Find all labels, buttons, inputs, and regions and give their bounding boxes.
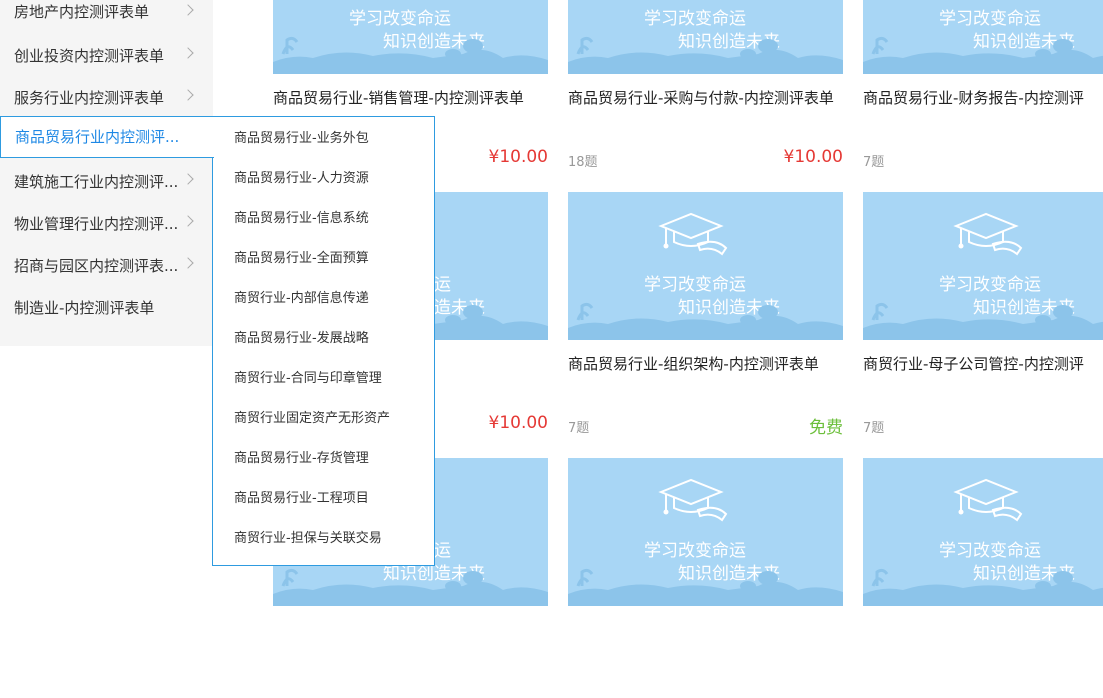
graduation-cap-icon [953, 212, 1023, 256]
course-card[interactable]: 学习改变命运 知识创造未来 商品贸易行业-采购与付款-内控测评表单 18题 ¥10.00 [568, 0, 843, 170]
question-count: 7题 [863, 421, 885, 436]
course-thumbnail[interactable]: 学习改变命运知识创造未来 [863, 458, 1103, 606]
sidebar-item-park[interactable]: 招商与园区内控测评表... [0, 252, 213, 294]
price-badge: ¥10.00 [488, 147, 548, 167]
sidebar-item-manufacturing[interactable]: 制造业-内控测评表单 [0, 294, 213, 336]
landscape-graphic [863, 302, 1103, 340]
sidebar-item-trade[interactable]: 商品贸易行业内控测评... [0, 116, 214, 158]
sidebar-item-property[interactable]: 物业管理行业内控测评... [0, 210, 213, 252]
sidebar-item-label: 服务行业内控测评表单 [14, 89, 165, 107]
chevron-right-icon [182, 89, 194, 101]
course-card[interactable]: 学习改变命运知识创造未来 [568, 458, 843, 698]
sidebar-item-label: 招商与园区内控测评表... [14, 257, 179, 275]
submenu-item[interactable]: 商贸行业固定资产无形资产 [234, 409, 390, 429]
chevron-right-icon [182, 257, 194, 269]
card-title[interactable]: 商品贸易行业-销售管理-内控测评表单 [273, 86, 563, 110]
submenu-item[interactable]: 商品贸易行业-信息系统 [234, 209, 369, 229]
landscape-graphic [273, 36, 548, 74]
submenu-item[interactable]: 商品贸易行业-发展战略 [234, 329, 369, 349]
landscape-graphic [863, 568, 1103, 606]
price-badge: ¥10.00 [783, 147, 843, 167]
course-card[interactable]: 学习改变命运 知识创造未来 商品贸易行业-组织架构-内控测评表单 7题 免费 [568, 192, 843, 438]
category-sidebar: 房地产内控测评表单 创业投资内控测评表单 服务行业内控测评表单 商品贸易行业内控… [0, 0, 214, 346]
submenu-item[interactable]: 商品贸易行业-人力资源 [234, 169, 369, 189]
landscape-graphic [568, 568, 843, 606]
sidebar-item-label: 制造业-内控测评表单 [14, 299, 155, 317]
course-thumbnail[interactable]: 学习改变命运知识创造未来 [863, 0, 1103, 74]
chevron-right-icon [182, 4, 194, 16]
chevron-right-icon [182, 215, 194, 227]
sidebar-item-venture[interactable]: 创业投资内控测评表单 [0, 42, 213, 84]
submenu-flyout: 商品贸易行业-业务外包 商品贸易行业-人力资源 商品贸易行业-信息系统 商品贸易… [212, 116, 435, 566]
landscape-graphic [863, 36, 1103, 74]
course-card[interactable]: 学习改变命运 知识创造未来商贸行业-母子公司管控-内控测评 7题 [863, 192, 1103, 436]
card-title[interactable]: 商品贸易行业-财务报告-内控测评 [863, 86, 1103, 110]
submenu-item[interactable]: 商贸行业-内部信息传递 [234, 289, 369, 309]
sidebar-item-label: 创业投资内控测评表单 [14, 47, 165, 65]
sidebar-item-label: 房地产内控测评表单 [14, 3, 150, 21]
landscape-graphic [568, 302, 843, 340]
price-badge: ¥10.00 [488, 413, 548, 433]
sidebar-item-label: 建筑施工行业内控测评... [14, 173, 179, 191]
submenu-item[interactable]: 商贸行业-合同与印章管理 [234, 369, 382, 389]
chevron-right-icon [182, 173, 194, 185]
card-title[interactable]: 商贸行业-母子公司管控-内控测评 [863, 352, 1103, 376]
card-title[interactable]: 商品贸易行业-采购与付款-内控测评表单 [568, 86, 858, 110]
submenu-item[interactable]: 商贸行业-担保与关联交易 [234, 529, 382, 549]
course-thumbnail[interactable]: 学习改变命运知识创造未来 [568, 0, 843, 74]
question-count: 18题 [568, 155, 598, 170]
sidebar-item-label: 物业管理行业内控测评... [14, 215, 179, 233]
course-thumbnail[interactable]: 学习改变命运知识创造未来 [863, 192, 1103, 340]
course-card[interactable]: 学习改变命运知识创造未来 [863, 458, 1103, 698]
course-card[interactable]: 学习改变命运 知识创造未来商品贸易行业-财务报告-内控测评 7题 [863, 0, 1103, 170]
chevron-right-icon [182, 47, 194, 59]
submenu-item[interactable]: 商品贸易行业-存货管理 [234, 449, 369, 469]
card-title[interactable]: 商品贸易行业-组织架构-内控测评表单 [568, 352, 858, 376]
sidebar-item-construction[interactable]: 建筑施工行业内控测评... [0, 168, 213, 210]
submenu-item[interactable]: 商品贸易行业-业务外包 [234, 129, 369, 149]
graduation-cap-icon [658, 478, 728, 522]
price-badge: 免费 [809, 418, 843, 438]
question-count: 7题 [568, 421, 590, 436]
landscape-graphic [568, 36, 843, 74]
graduation-cap-icon [658, 212, 728, 256]
submenu-item[interactable]: 商品贸易行业-全面预算 [234, 249, 369, 269]
course-thumbnail[interactable]: 学习改变命运知识创造未来 [273, 0, 548, 74]
graduation-cap-icon [953, 478, 1023, 522]
sidebar-item-label: 商品贸易行业内控测评... [15, 128, 180, 146]
submenu-item[interactable]: 商品贸易行业-工程项目 [234, 489, 369, 509]
course-thumbnail[interactable]: 学习改变命运知识创造未来 [568, 192, 843, 340]
sidebar-item-real-estate[interactable]: 房地产内控测评表单 [0, 0, 213, 42]
question-count: 7题 [863, 155, 885, 170]
course-thumbnail[interactable]: 学习改变命运知识创造未来 [568, 458, 843, 606]
